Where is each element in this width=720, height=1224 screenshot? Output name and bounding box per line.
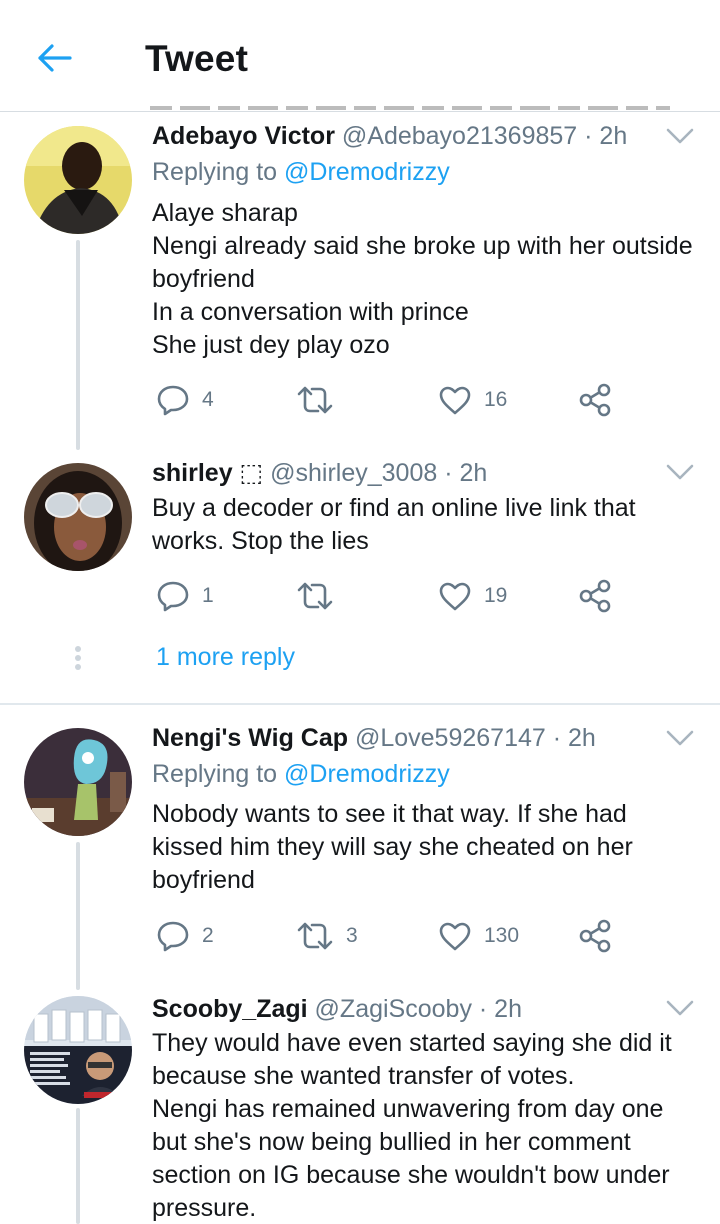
reply-count: 2 (202, 924, 214, 947)
author-handle: @Love59267147 · 2h (354, 724, 596, 752)
author-handle: @ZagiScooby · 2h (314, 995, 522, 1023)
tweet-header: shirley ⬚ @shirley_3008 · 2h (152, 458, 487, 488)
thread-connector (76, 1108, 80, 1224)
author-name[interactable]: Nengi's Wig Cap (152, 724, 348, 752)
retweet-icon (297, 922, 333, 950)
like-count: 19 (484, 584, 508, 607)
tweet-text: Buy a decoder or find an online live lin… (152, 494, 636, 555)
page-title: Tweet (145, 38, 249, 79)
like-count: 16 (484, 388, 508, 411)
retweet-button[interactable] (296, 576, 346, 616)
tweet-text: Alaye sharap Nengi already said she brok… (152, 199, 693, 359)
reply-icon (157, 921, 189, 952)
mention-link[interactable]: @Dremodrizzy (284, 158, 450, 186)
reply-button[interactable]: 1 (156, 576, 214, 616)
reply-button[interactable]: 4 (156, 380, 214, 420)
thread-connector (76, 842, 80, 990)
retweet-button[interactable]: 3 (296, 916, 358, 956)
mention-link[interactable]: @Dremodrizzy (284, 760, 450, 788)
retweet-count: 3 (346, 924, 358, 947)
author-name[interactable]: Scooby_Zagi (152, 995, 308, 1023)
back-button[interactable] (28, 36, 80, 80)
more-replies-dots (74, 646, 82, 673)
thread-connector (76, 240, 80, 450)
top-bar: Tweet (0, 0, 720, 112)
avatar[interactable] (24, 126, 132, 234)
replying-to: Replying to @Dremodrizzy (152, 760, 450, 788)
tweet-header: Adebayo Victor @Adebayo21369857 · 2h (152, 121, 627, 151)
like-button[interactable]: 130 (438, 916, 519, 956)
arrow-left-icon (38, 44, 72, 72)
heart-icon (439, 582, 471, 611)
avatar[interactable] (24, 996, 132, 1104)
reply-count: 4 (202, 388, 214, 411)
like-count: 130 (484, 924, 520, 947)
chevron-down-icon[interactable] (664, 997, 696, 1019)
reply-icon (157, 581, 189, 612)
tweet-actions: 1 19 (152, 576, 632, 616)
author-handle: @Adebayo21369857 · 2h (341, 122, 628, 150)
retweet-icon (297, 386, 333, 414)
retweet-icon (297, 582, 333, 610)
share-button[interactable] (578, 576, 612, 616)
share-button[interactable] (578, 916, 612, 956)
clipped-previous-text (150, 102, 670, 112)
heart-icon (439, 386, 471, 415)
more-replies-link[interactable]: 1 more reply (156, 643, 295, 672)
tweet-header: Nengi's Wig Cap @Love59267147 · 2h (152, 723, 596, 753)
replying-to: Replying to @Dremodrizzy (152, 158, 450, 186)
like-button[interactable]: 16 (438, 380, 507, 420)
tweet-actions: 2 3 130 (152, 916, 632, 956)
avatar[interactable] (24, 463, 132, 571)
thread-divider (0, 703, 720, 705)
reply-button[interactable]: 2 (156, 916, 214, 956)
reply-icon (157, 385, 189, 416)
share-icon (579, 919, 611, 953)
heart-icon (439, 922, 471, 951)
share-icon (579, 579, 611, 613)
reply-count: 1 (202, 584, 214, 607)
chevron-down-icon[interactable] (664, 125, 696, 147)
author-name[interactable]: Adebayo Victor (152, 122, 335, 150)
author-name[interactable]: shirley ⬚ (152, 459, 263, 487)
chevron-down-icon[interactable] (664, 461, 696, 483)
like-button[interactable]: 19 (438, 576, 507, 616)
author-handle: @shirley_3008 · 2h (270, 459, 488, 487)
avatar[interactable] (24, 728, 132, 836)
tweet-actions: 4 16 (152, 380, 632, 420)
share-button[interactable] (578, 380, 612, 420)
share-icon (579, 383, 611, 417)
chevron-down-icon[interactable] (664, 727, 696, 749)
retweet-button[interactable] (296, 380, 346, 420)
tweet-text: Nobody wants to see it that way. If she … (152, 800, 633, 894)
tweet-header: Scooby_Zagi @ZagiScooby · 2h (152, 994, 522, 1024)
tweet-text: They would have even started saying she … (152, 1029, 672, 1222)
